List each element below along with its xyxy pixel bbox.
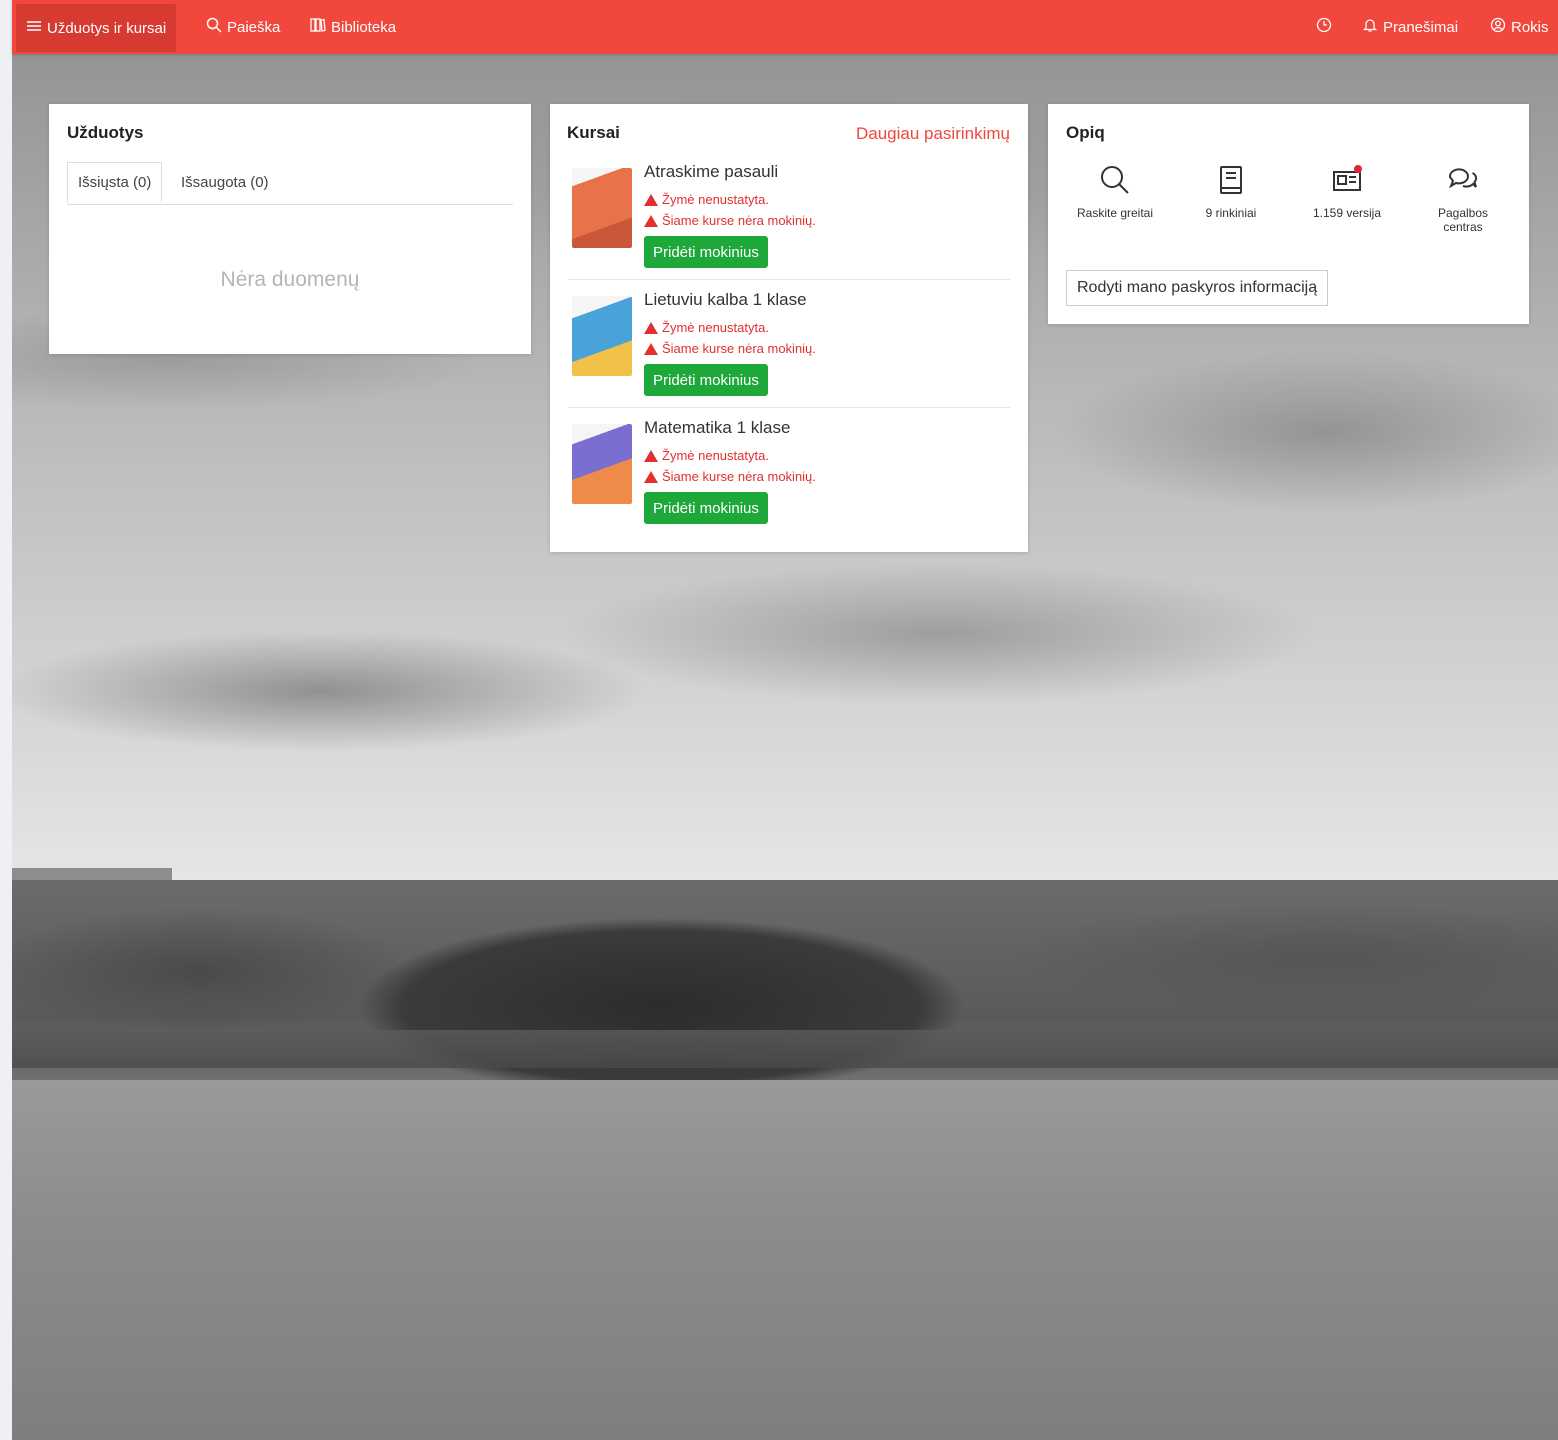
library-icon — [310, 17, 326, 37]
add-students-button[interactable]: Pridėti mokinius — [644, 236, 768, 268]
add-students-button[interactable]: Pridėti mokinius — [644, 492, 768, 524]
nav-notifications-label: Pranešimai — [1383, 18, 1459, 36]
warning-students-text: Šiame kurse nėra mokinių. — [662, 469, 816, 484]
quick-link-collections[interactable]: 9 rinkiniai — [1176, 164, 1286, 220]
warning-students: Šiame kurse nėra mokinių. — [644, 469, 816, 484]
warning-mark: Žymė nenustatyta. — [644, 192, 769, 207]
quick-link-help-center[interactable]: Pagalbos centras — [1408, 164, 1518, 234]
warning-students: Šiame kurse nėra mokinių. — [644, 213, 816, 228]
nav-tasks-and-courses[interactable]: Užduotys ir kursai — [16, 4, 177, 52]
chat-icon — [1448, 168, 1478, 189]
warning-mark-text: Žymė nenustatyta. — [662, 320, 769, 335]
search-icon — [1101, 166, 1129, 194]
warning-mark-text: Žymė nenustatyta. — [662, 192, 769, 207]
quick-link-label: Pagalbos centras — [1437, 206, 1489, 234]
warning-students: Šiame kurse nėra mokinių. — [644, 341, 816, 356]
bell-icon — [1362, 17, 1378, 37]
book-icon — [1220, 166, 1242, 194]
warning-mark: Žymė nenustatyta. — [644, 448, 769, 463]
top-navigation-bar: Užduotys ir kursai Paieška Biblioteka Pr… — [12, 0, 1558, 54]
nav-search-label: Paieška — [227, 18, 281, 36]
courses-card-title: Kursai — [567, 123, 620, 142]
course-cover-image — [572, 296, 632, 376]
nav-library-label: Biblioteka — [331, 18, 397, 36]
course-item[interactable]: Matematika 1 klase Žymė nenustatyta. Šia… — [568, 418, 1010, 546]
nav-tasks-label: Užduotys ir kursai — [47, 19, 167, 37]
history-button[interactable] — [1306, 0, 1342, 54]
nav-user[interactable]: Rokis — [1480, 0, 1558, 54]
empty-state-text: Nėra duomenų — [220, 268, 360, 291]
warning-icon — [644, 193, 658, 206]
opiq-card: Opiq Raskite greitai 9 rinkiniai 1.159 v… — [1048, 104, 1529, 324]
warning-mark: Žymė nenustatyta. — [644, 320, 769, 335]
warning-icon — [644, 470, 658, 483]
nav-notifications[interactable]: Pranešimai — [1352, 0, 1468, 54]
divider — [568, 407, 1010, 408]
clock-icon — [1316, 17, 1332, 37]
menu-icon — [26, 18, 42, 38]
tab-sent[interactable]: Išsiųsta (0) — [67, 162, 163, 203]
course-cover-image — [572, 424, 632, 504]
nav-user-label: Rokis — [1511, 18, 1549, 36]
warning-icon — [644, 449, 658, 462]
opiq-card-title: Opiq — [1066, 123, 1105, 142]
quick-link-find[interactable]: Raskite greitai — [1060, 164, 1170, 220]
courses-card: Kursai Daugiau pasirinkimų Atraskime pas… — [550, 104, 1028, 552]
tasks-card: Užduotys Išsiųsta (0) Išsaugota (0) Nėra… — [49, 104, 531, 354]
search-icon — [206, 17, 222, 37]
course-title: Atraskime pasauli — [644, 162, 779, 181]
course-title: Lietuviu kalba 1 klase — [644, 290, 807, 309]
warning-students-text: Šiame kurse nėra mokinių. — [662, 341, 816, 356]
warning-students-text: Šiame kurse nėra mokinių. — [662, 213, 816, 228]
divider — [568, 279, 1010, 280]
course-title: Matematika 1 klase — [644, 418, 791, 437]
add-students-button[interactable]: Pridėti mokinius — [644, 364, 768, 396]
quick-link-label: Raskite greitai — [1076, 206, 1154, 220]
course-item[interactable]: Lietuviu kalba 1 klase Žymė nenustatyta.… — [568, 290, 1010, 418]
more-options-link[interactable]: Daugiau pasirinkimų — [856, 124, 1010, 144]
tab-saved[interactable]: Išsaugota (0) — [171, 162, 279, 203]
tasks-tabs: Išsiųsta (0) Išsaugota (0) — [67, 162, 513, 205]
warning-mark-text: Žymė nenustatyta. — [662, 448, 769, 463]
news-icon — [1333, 165, 1362, 191]
warning-icon — [644, 321, 658, 334]
quick-link-label: 9 rinkiniai — [1205, 206, 1257, 220]
warning-icon — [644, 214, 658, 227]
course-cover-image — [572, 168, 632, 248]
quick-link-label: 1.159 versija — [1312, 206, 1382, 220]
nav-search[interactable]: Paieška — [196, 0, 290, 54]
warning-icon — [644, 342, 658, 355]
show-account-info-button[interactable]: Rodyti mano paskyros informaciją — [1066, 270, 1329, 306]
tasks-card-title: Užduotys — [67, 123, 144, 142]
quick-link-version[interactable]: 1.159 versija — [1292, 164, 1402, 220]
user-icon — [1490, 17, 1506, 37]
nav-library[interactable]: Biblioteka — [300, 0, 406, 54]
course-item[interactable]: Atraskime pasauli Žymė nenustatyta. Šiam… — [568, 162, 1010, 290]
